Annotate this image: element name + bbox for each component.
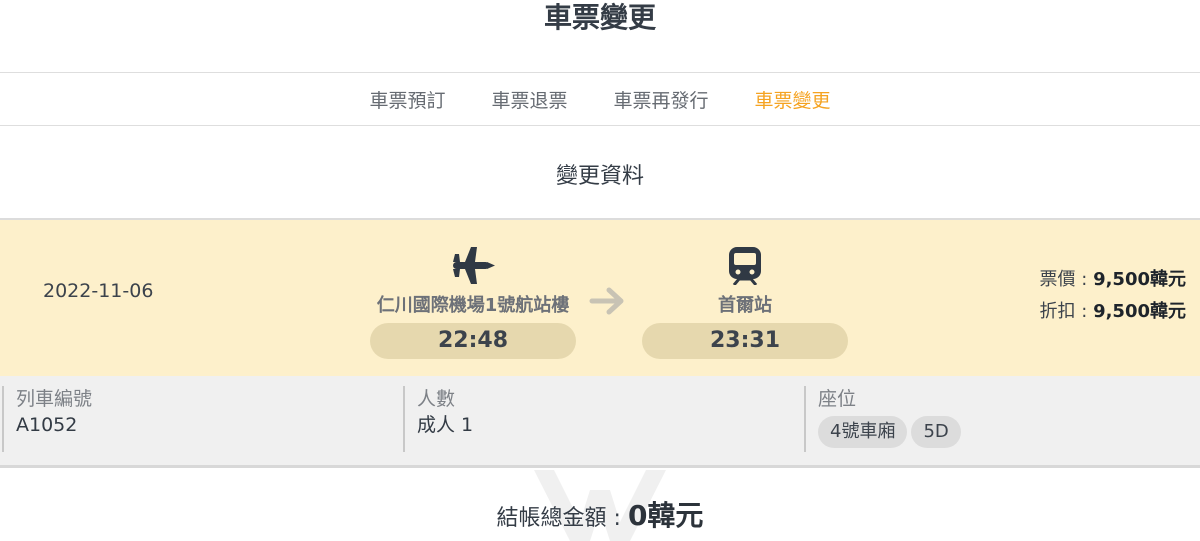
section-title: 變更資料	[555, 164, 644, 189]
journey-panel: 2022-11-06 仁川國際機場1號航站樓 22:48 首爾站 23:31 票…	[0, 218, 1200, 376]
journey-date: 2022-11-06	[43, 280, 154, 302]
seat-chips: 4號車廂 5D	[818, 416, 961, 448]
fare-label: 票價 :	[1039, 269, 1094, 290]
train-number-label: 列車編號	[16, 388, 93, 410]
total-amount: 0韓元	[627, 499, 704, 532]
arrival-station: 首爾站 23:31	[642, 242, 848, 359]
tab-bar: 車票預訂 車票退票 車票再發行 車票變更	[0, 72, 1200, 126]
discount-row: 折扣 : 9,500韓元	[1040, 296, 1186, 328]
departure-time: 22:48	[370, 323, 576, 359]
fare-value: 9,500韓元	[1093, 269, 1186, 290]
discount-value: 9,500韓元	[1093, 301, 1186, 322]
departure-station: 仁川國際機場1號航站樓 22:48	[370, 242, 576, 359]
train-icon	[642, 242, 848, 288]
tab-ticket-change[interactable]: 車票變更	[732, 86, 854, 113]
ticket-details: 列車編號 A1052 人數 成人 1 座位 4號車廂 5D	[0, 376, 1200, 468]
page-title: 車票變更	[543, 1, 656, 34]
passengers-column: 人數 成人 1	[403, 386, 473, 452]
train-number-value: A1052	[16, 414, 78, 436]
departure-station-name: 仁川國際機場1號航站樓	[376, 295, 570, 316]
arrival-time: 23:31	[642, 323, 848, 359]
checkout-total: 結帳總金額 : 0韓元	[0, 494, 1200, 534]
arrow-right-icon	[588, 286, 628, 320]
passengers-label: 人數	[417, 388, 456, 410]
train-number-column: 列車編號 A1052	[2, 386, 92, 452]
seat-badge: 5D	[911, 416, 961, 448]
tab-ticket-reissue[interactable]: 車票再發行	[591, 86, 732, 113]
tab-ticket-booking[interactable]: 車票預訂	[346, 86, 468, 113]
price-summary: 票價 : 9,500韓元 折扣 : 9,500韓元	[1040, 264, 1186, 328]
seat-column: 座位 4號車廂 5D	[804, 386, 961, 452]
passengers-value: 成人 1	[417, 414, 474, 436]
total-label: 結帳總金額 :	[496, 506, 628, 531]
airplane-icon	[370, 242, 576, 288]
fare-row: 票價 : 9,500韓元	[1040, 264, 1186, 296]
discount-label: 折扣 :	[1039, 301, 1094, 322]
car-badge: 4號車廂	[818, 416, 908, 448]
seat-label: 座位	[818, 388, 857, 410]
tab-ticket-refund[interactable]: 車票退票	[468, 86, 590, 113]
arrival-station-name: 首爾站	[718, 295, 772, 316]
